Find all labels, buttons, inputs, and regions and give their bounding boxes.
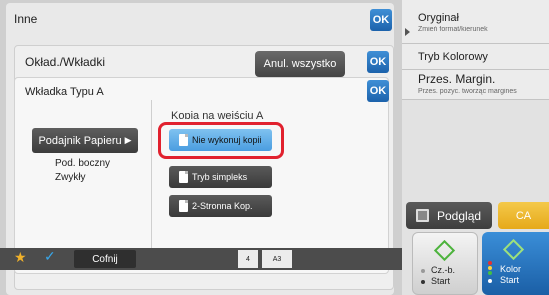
start-color-button[interactable]: Kolor Start [482, 232, 549, 295]
indicator-dot [488, 261, 492, 265]
covers-inserts-title: Okład./Wkładki [25, 55, 106, 69]
indicator-dot [488, 271, 492, 275]
start-color-line1: Kolor [500, 264, 522, 274]
original-title: Oryginał [418, 12, 459, 24]
option-duplex-label: 2-Stronna Kop. [192, 201, 253, 211]
insert-type-a-title: Wkładka Typu A [25, 86, 104, 98]
duplex-document-icon [179, 200, 188, 212]
option-duplex[interactable]: 2-Stronna Kop. [169, 195, 272, 217]
start-bw-line1: Cz.-b. [431, 265, 456, 275]
margin-shift-subtitle: Przes. pozyc. tworząc margines [418, 88, 517, 95]
paper-tray-button[interactable]: Podajnik Papieru ▶ [32, 128, 138, 153]
other-settings-title: Inne [14, 12, 38, 26]
indicator-dot [421, 280, 425, 284]
start-diamond-icon [433, 239, 456, 262]
selection-highlight [158, 122, 284, 159]
back-button[interactable]: Cofnij [74, 250, 136, 268]
start-color-label: Kolor Start [500, 264, 521, 286]
preview-button[interactable]: Podgląd [406, 202, 492, 229]
indicator-dot [421, 269, 425, 273]
preview-icon [416, 209, 429, 222]
start-bw-label: Cz.-b. Start [431, 265, 455, 287]
original-setting[interactable]: Oryginał Zmień format/kierunek [402, 0, 549, 44]
paper-type-value: Zwykły [55, 172, 86, 183]
play-arrow-icon [405, 28, 410, 36]
preview-label: Podgląd [437, 208, 482, 223]
start-bw-line2: Start [431, 276, 451, 286]
cancel-all-button[interactable]: Anul. wszystko [255, 51, 345, 77]
margin-shift-title: Przes. Margin. [418, 72, 496, 86]
start-diamond-icon [502, 238, 525, 261]
option-simplex[interactable]: Tryb simpleks [169, 166, 272, 188]
color-mode-setting[interactable]: Tryb Kolorowy [402, 44, 549, 70]
original-subtitle: Zmień format/kierunek [418, 26, 488, 33]
ok-button-other[interactable]: OK [370, 9, 392, 31]
ok-button-covers[interactable]: OK [367, 51, 389, 73]
main-area: Inne OK Okład./Wkładki Anul. wszystko OK… [0, 0, 402, 295]
start-bw-button[interactable]: Cz.-b. Start [412, 232, 478, 295]
start-color-line2: Start [500, 275, 520, 285]
copy-group-label: Kopia na wejściu A [171, 110, 264, 119]
paper-tray-value: Pod. boczny [55, 158, 111, 169]
indicator-dot [488, 266, 492, 270]
divider [151, 100, 152, 265]
ok-button-insert[interactable]: OK [367, 80, 389, 102]
document-icon [179, 171, 188, 183]
color-mode-title: Tryb Kolorowy [418, 51, 488, 63]
indicator-dot [488, 279, 492, 283]
clear-all-button[interactable]: CA [498, 202, 549, 229]
paper-tray-button-label: Podajnik Papieru [38, 134, 122, 147]
checkmark-icon[interactable]: ✓ [44, 248, 56, 265]
paper-size-indicator: A3 [262, 250, 292, 268]
star-icon[interactable]: ★ [14, 249, 27, 266]
margin-shift-setting[interactable]: Przes. Margin. Przes. pozyc. tworząc mar… [402, 70, 549, 100]
arrow-right-icon: ▶ [124, 135, 132, 145]
option-simplex-label: Tryb simpleks [192, 172, 248, 182]
page-number: 4 [238, 250, 258, 268]
bottom-bar: ★ ✓ Cofnij 4 A3 [0, 248, 402, 270]
insert-type-a-panel: Wkładka Typu A OK Podajnik Papieru ▶ Pod… [14, 77, 389, 274]
